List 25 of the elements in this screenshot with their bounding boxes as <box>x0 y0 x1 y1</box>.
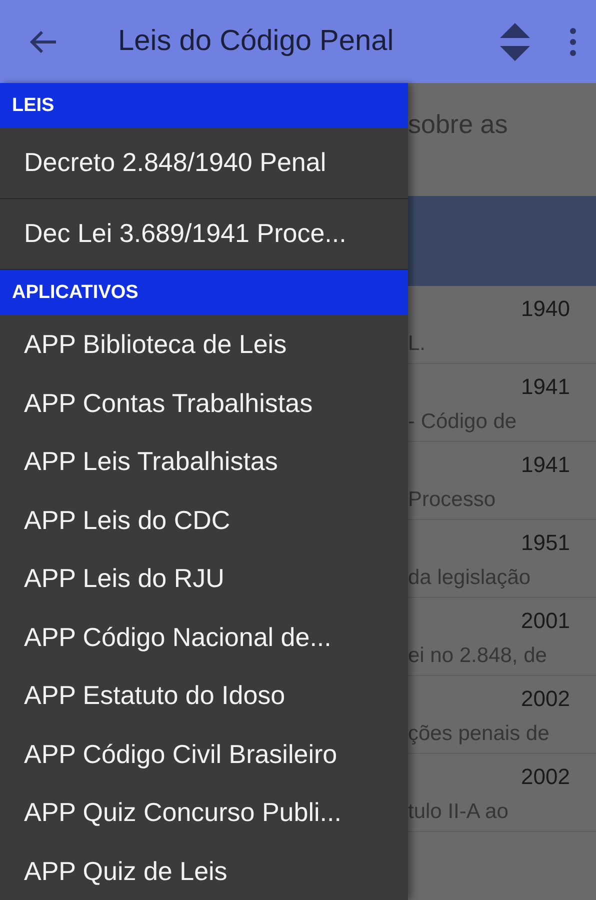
back-arrow-icon[interactable] <box>28 28 58 54</box>
drawer-item[interactable]: APP Biblioteca de Leis <box>0 315 408 374</box>
drawer-item[interactable]: APP Quiz Concurso Publi... <box>0 783 408 842</box>
sort-icon[interactable] <box>498 20 532 62</box>
drawer-item[interactable]: APP Leis do RJU <box>0 549 408 608</box>
year-label: 2002 <box>521 764 570 790</box>
drawer-item[interactable]: APP Código Civil Brasileiro <box>0 724 408 783</box>
section-header: LEIS <box>0 83 408 128</box>
drawer-item[interactable]: APP Leis Trabalhistas <box>0 432 408 490</box>
year-label: 2002 <box>521 686 570 712</box>
year-label: 1941 <box>521 452 570 478</box>
drawer-item[interactable]: APP Código Nacional de... <box>0 608 408 666</box>
year-label: 1951 <box>521 530 570 556</box>
more-options-icon[interactable] <box>570 28 576 56</box>
drawer-item[interactable]: APP Contas Trabalhistas <box>0 374 408 432</box>
drawer-item[interactable]: APP Quiz de Leis <box>0 842 408 900</box>
app-title: Leis do Código Penal <box>118 25 395 58</box>
drawer-item[interactable]: APP Estatuto do Idoso <box>0 666 408 724</box>
drawer-item[interactable]: APP Leis do CDC <box>0 490 408 549</box>
drawer-item[interactable]: Decreto 2.848/1940 Penal <box>0 128 408 199</box>
year-label: 2001 <box>521 608 570 634</box>
section-header: APLICATIVOS <box>0 270 408 315</box>
year-label: 1940 <box>521 296 570 322</box>
year-label: 1941 <box>521 374 570 400</box>
intro-text: sobre as <box>408 108 509 141</box>
